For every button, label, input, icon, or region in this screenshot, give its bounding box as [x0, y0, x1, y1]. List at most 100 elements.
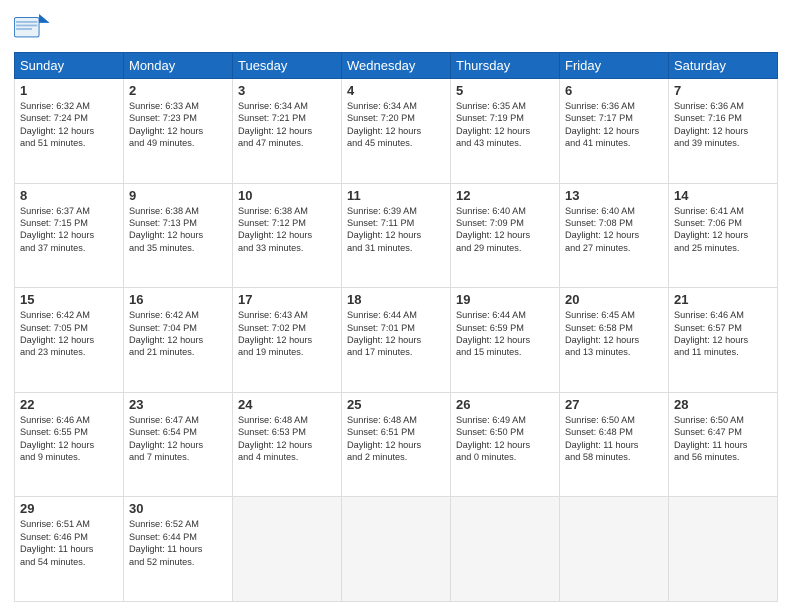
cell-info: Sunrise: 6:45 AM Sunset: 6:58 PM Dayligh… — [565, 309, 663, 359]
cell-info: Sunrise: 6:48 AM Sunset: 6:53 PM Dayligh… — [238, 414, 336, 464]
col-sunday: Sunday — [15, 53, 124, 79]
table-row: 10 Sunrise: 6:38 AM Sunset: 7:12 PM Dayli… — [233, 183, 342, 288]
day-number: 2 — [129, 83, 227, 98]
week-row: 1 Sunrise: 6:32 AM Sunset: 7:24 PM Daylig… — [15, 79, 778, 184]
table-row: 21Sunrise: 6:46 AM Sunset: 6:57 PM Dayli… — [669, 288, 778, 393]
cell-info: Sunrise: 6:39 AM Sunset: 7:11 PM Dayligh… — [347, 205, 445, 255]
table-row — [233, 497, 342, 602]
day-number: 5 — [456, 83, 554, 98]
table-row: 8Sunrise: 6:37 AM Sunset: 7:15 PM Daylig… — [15, 183, 124, 288]
table-row — [342, 497, 451, 602]
day-number: 19 — [456, 292, 554, 307]
cell-info: Sunrise: 6:32 AM Sunset: 7:24 PM Dayligh… — [20, 100, 118, 150]
col-thursday: Thursday — [451, 53, 560, 79]
day-number: 4 — [347, 83, 445, 98]
table-row: 25 Sunrise: 6:48 AM Sunset: 6:51 PM Dayli… — [342, 392, 451, 497]
col-saturday: Saturday — [669, 53, 778, 79]
table-row: 28 Sunrise: 6:50 AM Sunset: 6:47 PM Dayli… — [669, 392, 778, 497]
table-row: 13 Sunrise: 6:40 AM Sunset: 7:08 PM Dayli… — [560, 183, 669, 288]
table-row: 14 Sunrise: 6:41 AM Sunset: 7:06 PM Dayli… — [669, 183, 778, 288]
table-row: 22 Sunrise: 6:46 AM Sunset: 6:55 PM Dayli… — [15, 392, 124, 497]
cell-info: Sunrise: 6:46 AM Sunset: 6:55 PM Dayligh… — [20, 414, 118, 464]
day-number: 1 — [20, 83, 118, 98]
cell-info: Sunrise: 6:47 AM Sunset: 6:54 PM Dayligh… — [129, 414, 227, 464]
table-row: 30Sunrise: 6:52 AM Sunset: 6:44 PM Dayli… — [124, 497, 233, 602]
table-row — [560, 497, 669, 602]
table-row: 7Sunrise: 6:36 AM Sunset: 7:16 PM Daylig… — [669, 79, 778, 184]
cell-info: Sunrise: 6:49 AM Sunset: 6:50 PM Dayligh… — [456, 414, 554, 464]
week-row: 22 Sunrise: 6:46 AM Sunset: 6:55 PM Dayli… — [15, 392, 778, 497]
table-row: 27 Sunrise: 6:50 AM Sunset: 6:48 PM Dayli… — [560, 392, 669, 497]
day-number: 15 — [20, 292, 118, 307]
day-number: 3 — [238, 83, 336, 98]
table-row: 29Sunrise: 6:51 AM Sunset: 6:46 PM Dayli… — [15, 497, 124, 602]
day-number: 17 — [238, 292, 336, 307]
cell-info: Sunrise: 6:40 AM Sunset: 7:09 PM Dayligh… — [456, 205, 554, 255]
col-tuesday: Tuesday — [233, 53, 342, 79]
day-number: 12 — [456, 188, 554, 203]
table-row: 12 Sunrise: 6:40 AM Sunset: 7:09 PM Dayli… — [451, 183, 560, 288]
col-wednesday: Wednesday — [342, 53, 451, 79]
table-row: 9 Sunrise: 6:38 AM Sunset: 7:13 PM Daylig… — [124, 183, 233, 288]
table-row: 4 Sunrise: 6:34 AM Sunset: 7:20 PM Daylig… — [342, 79, 451, 184]
day-number: 18 — [347, 292, 445, 307]
cell-info: Sunrise: 6:35 AM Sunset: 7:19 PM Dayligh… — [456, 100, 554, 150]
table-row: 15 Sunrise: 6:42 AM Sunset: 7:05 PM Dayli… — [15, 288, 124, 393]
table-row: 26 Sunrise: 6:49 AM Sunset: 6:50 PM Dayli… — [451, 392, 560, 497]
table-row: 17 Sunrise: 6:43 AM Sunset: 7:02 PM Dayli… — [233, 288, 342, 393]
day-number: 6 — [565, 83, 663, 98]
week-row: 15 Sunrise: 6:42 AM Sunset: 7:05 PM Dayli… — [15, 288, 778, 393]
day-number: 21 — [674, 292, 772, 307]
day-number: 23 — [129, 397, 227, 412]
calendar-table: Sunday Monday Tuesday Wednesday Thursday… — [14, 52, 778, 602]
day-number: 25 — [347, 397, 445, 412]
table-row — [451, 497, 560, 602]
week-row: 29Sunrise: 6:51 AM Sunset: 6:46 PM Dayli… — [15, 497, 778, 602]
day-number: 8 — [20, 188, 118, 203]
day-number: 20 — [565, 292, 663, 307]
table-row: 24 Sunrise: 6:48 AM Sunset: 6:53 PM Dayli… — [233, 392, 342, 497]
table-row: 6Sunrise: 6:36 AM Sunset: 7:17 PM Daylig… — [560, 79, 669, 184]
cell-info: Sunrise: 6:38 AM Sunset: 7:13 PM Dayligh… — [129, 205, 227, 255]
table-row: 19 Sunrise: 6:44 AM Sunset: 6:59 PM Dayli… — [451, 288, 560, 393]
day-number: 9 — [129, 188, 227, 203]
table-row: 1 Sunrise: 6:32 AM Sunset: 7:24 PM Daylig… — [15, 79, 124, 184]
table-row: 16 Sunrise: 6:42 AM Sunset: 7:04 PM Dayli… — [124, 288, 233, 393]
day-number: 10 — [238, 188, 336, 203]
day-number: 22 — [20, 397, 118, 412]
day-number: 24 — [238, 397, 336, 412]
cell-info: Sunrise: 6:38 AM Sunset: 7:12 PM Dayligh… — [238, 205, 336, 255]
cell-info: Sunrise: 6:42 AM Sunset: 7:04 PM Dayligh… — [129, 309, 227, 359]
day-number: 16 — [129, 292, 227, 307]
table-row: 5 Sunrise: 6:35 AM Sunset: 7:19 PM Daylig… — [451, 79, 560, 184]
table-row: 2 Sunrise: 6:33 AM Sunset: 7:23 PM Daylig… — [124, 79, 233, 184]
cell-info: Sunrise: 6:50 AM Sunset: 6:47 PM Dayligh… — [674, 414, 772, 464]
col-friday: Friday — [560, 53, 669, 79]
cell-info: Sunrise: 6:34 AM Sunset: 7:20 PM Dayligh… — [347, 100, 445, 150]
day-number: 11 — [347, 188, 445, 203]
cell-info: Sunrise: 6:44 AM Sunset: 7:01 PM Dayligh… — [347, 309, 445, 359]
day-number: 13 — [565, 188, 663, 203]
table-row: 11 Sunrise: 6:39 AM Sunset: 7:11 PM Dayli… — [342, 183, 451, 288]
cell-info: Sunrise: 6:44 AM Sunset: 6:59 PM Dayligh… — [456, 309, 554, 359]
cell-info: Sunrise: 6:33 AM Sunset: 7:23 PM Dayligh… — [129, 100, 227, 150]
page: Sunday Monday Tuesday Wednesday Thursday… — [0, 0, 792, 612]
cell-info: Sunrise: 6:41 AM Sunset: 7:06 PM Dayligh… — [674, 205, 772, 255]
logo — [14, 14, 54, 44]
cell-info: Sunrise: 6:43 AM Sunset: 7:02 PM Dayligh… — [238, 309, 336, 359]
cell-info: Sunrise: 6:40 AM Sunset: 7:08 PM Dayligh… — [565, 205, 663, 255]
calendar-header-row: Sunday Monday Tuesday Wednesday Thursday… — [15, 53, 778, 79]
day-number: 26 — [456, 397, 554, 412]
cell-info: Sunrise: 6:52 AM Sunset: 6:44 PM Dayligh… — [129, 518, 227, 568]
cell-info: Sunrise: 6:42 AM Sunset: 7:05 PM Dayligh… — [20, 309, 118, 359]
day-number: 29 — [20, 501, 118, 516]
logo-icon — [14, 14, 50, 44]
cell-info: Sunrise: 6:48 AM Sunset: 6:51 PM Dayligh… — [347, 414, 445, 464]
day-number: 27 — [565, 397, 663, 412]
header — [14, 14, 778, 44]
day-number: 28 — [674, 397, 772, 412]
cell-info: Sunrise: 6:34 AM Sunset: 7:21 PM Dayligh… — [238, 100, 336, 150]
day-number: 14 — [674, 188, 772, 203]
table-row: 23 Sunrise: 6:47 AM Sunset: 6:54 PM Dayli… — [124, 392, 233, 497]
cell-info: Sunrise: 6:50 AM Sunset: 6:48 PM Dayligh… — [565, 414, 663, 464]
